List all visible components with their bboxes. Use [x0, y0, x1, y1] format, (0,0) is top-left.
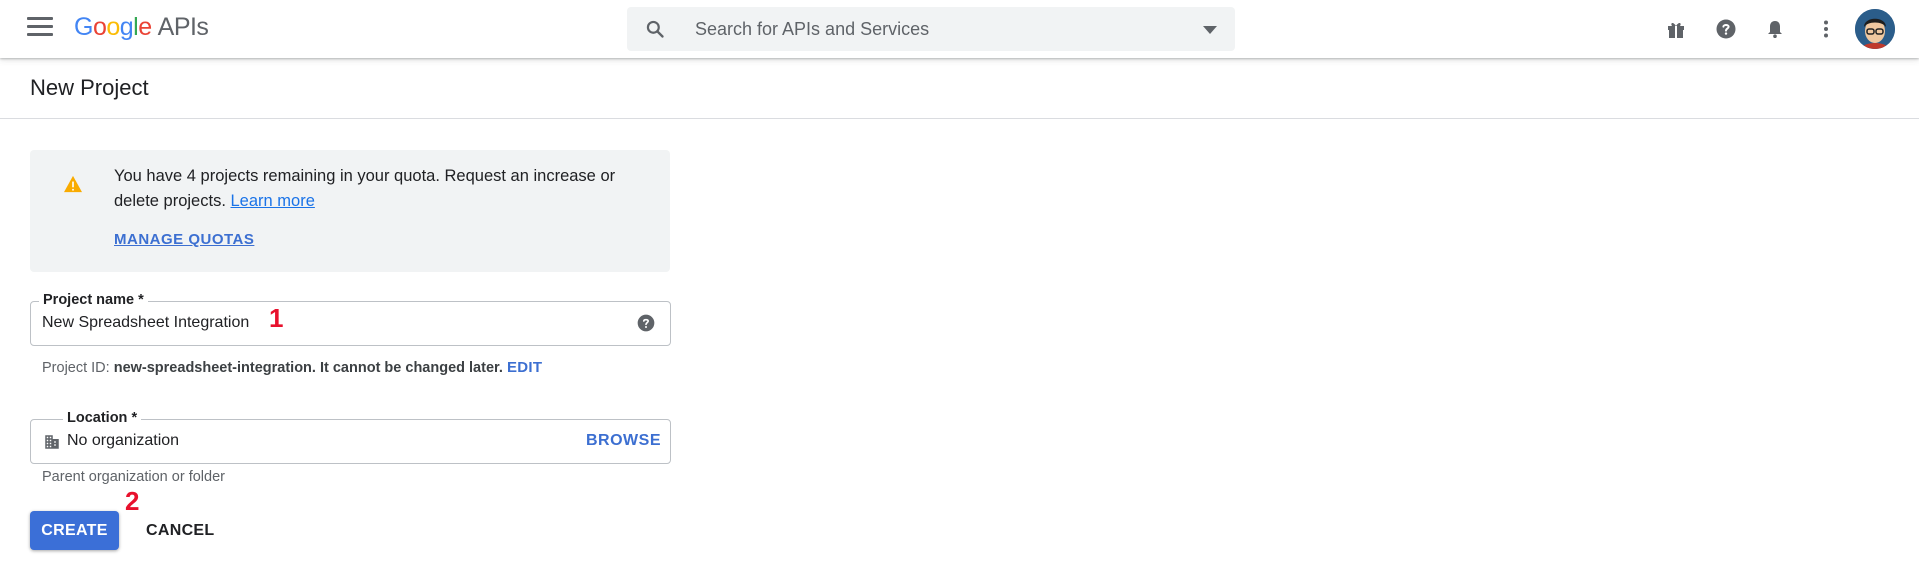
quota-notice: You have 4 projects remaining in your qu… — [30, 150, 670, 272]
search-bar[interactable] — [627, 7, 1235, 51]
edit-project-id-link[interactable]: EDIT — [507, 359, 542, 376]
help-icon[interactable] — [636, 313, 656, 333]
learn-more-link[interactable]: Learn more — [231, 192, 315, 210]
quota-message-text: You have 4 projects remaining in your qu… — [114, 167, 616, 210]
top-app-bar: Google APIs — [0, 0, 1919, 58]
avatar-image — [1855, 9, 1895, 49]
annotation-number-2: 2 — [125, 486, 140, 516]
warning-icon — [64, 175, 82, 193]
location-hint: Parent organization or folder — [42, 469, 225, 485]
cancel-button[interactable]: CANCEL — [140, 511, 220, 550]
divider — [0, 118, 1919, 119]
page-title: New Project — [30, 75, 149, 100]
manage-quotas-link[interactable]: MANAGE QUOTAS — [114, 231, 254, 248]
building-icon — [45, 435, 59, 449]
project-id-suffix: It cannot be changed later. — [319, 360, 503, 376]
project-name-field[interactable]: Project name * New Spreadsheet Integrati… — [30, 292, 671, 346]
location-field[interactable]: Location * No organization BROWSE — [30, 410, 671, 464]
gift-icon[interactable] — [1664, 17, 1688, 41]
project-id-value: new-spreadsheet-integration. — [113, 360, 316, 376]
quota-message: You have 4 projects remaining in your qu… — [114, 164, 644, 214]
annotation-number-1: 1 — [269, 303, 284, 333]
project-name-input[interactable]: New Spreadsheet Integration — [42, 314, 249, 332]
search-input[interactable] — [695, 7, 1175, 51]
menu-icon[interactable] — [27, 17, 53, 41]
create-button[interactable]: CREATE — [30, 511, 119, 550]
project-name-label: Project name * — [39, 292, 148, 308]
more-vert-icon[interactable] — [1814, 17, 1838, 41]
product-name: APIs — [157, 13, 209, 41]
location-label: Location * — [63, 410, 142, 426]
avatar[interactable] — [1855, 9, 1895, 49]
browse-button[interactable]: BROWSE — [586, 432, 661, 450]
search-icon[interactable] — [645, 19, 665, 39]
help-icon[interactable] — [1714, 17, 1738, 41]
project-id-hint: Project ID: new-spreadsheet-integration.… — [42, 360, 503, 376]
project-id-prefix: Project ID: — [42, 360, 110, 376]
google-apis-logo[interactable]: Google APIs — [74, 13, 209, 42]
bell-icon[interactable] — [1763, 17, 1787, 41]
dropdown-caret-icon[interactable] — [1203, 26, 1217, 34]
location-value: No organization — [67, 432, 180, 449]
